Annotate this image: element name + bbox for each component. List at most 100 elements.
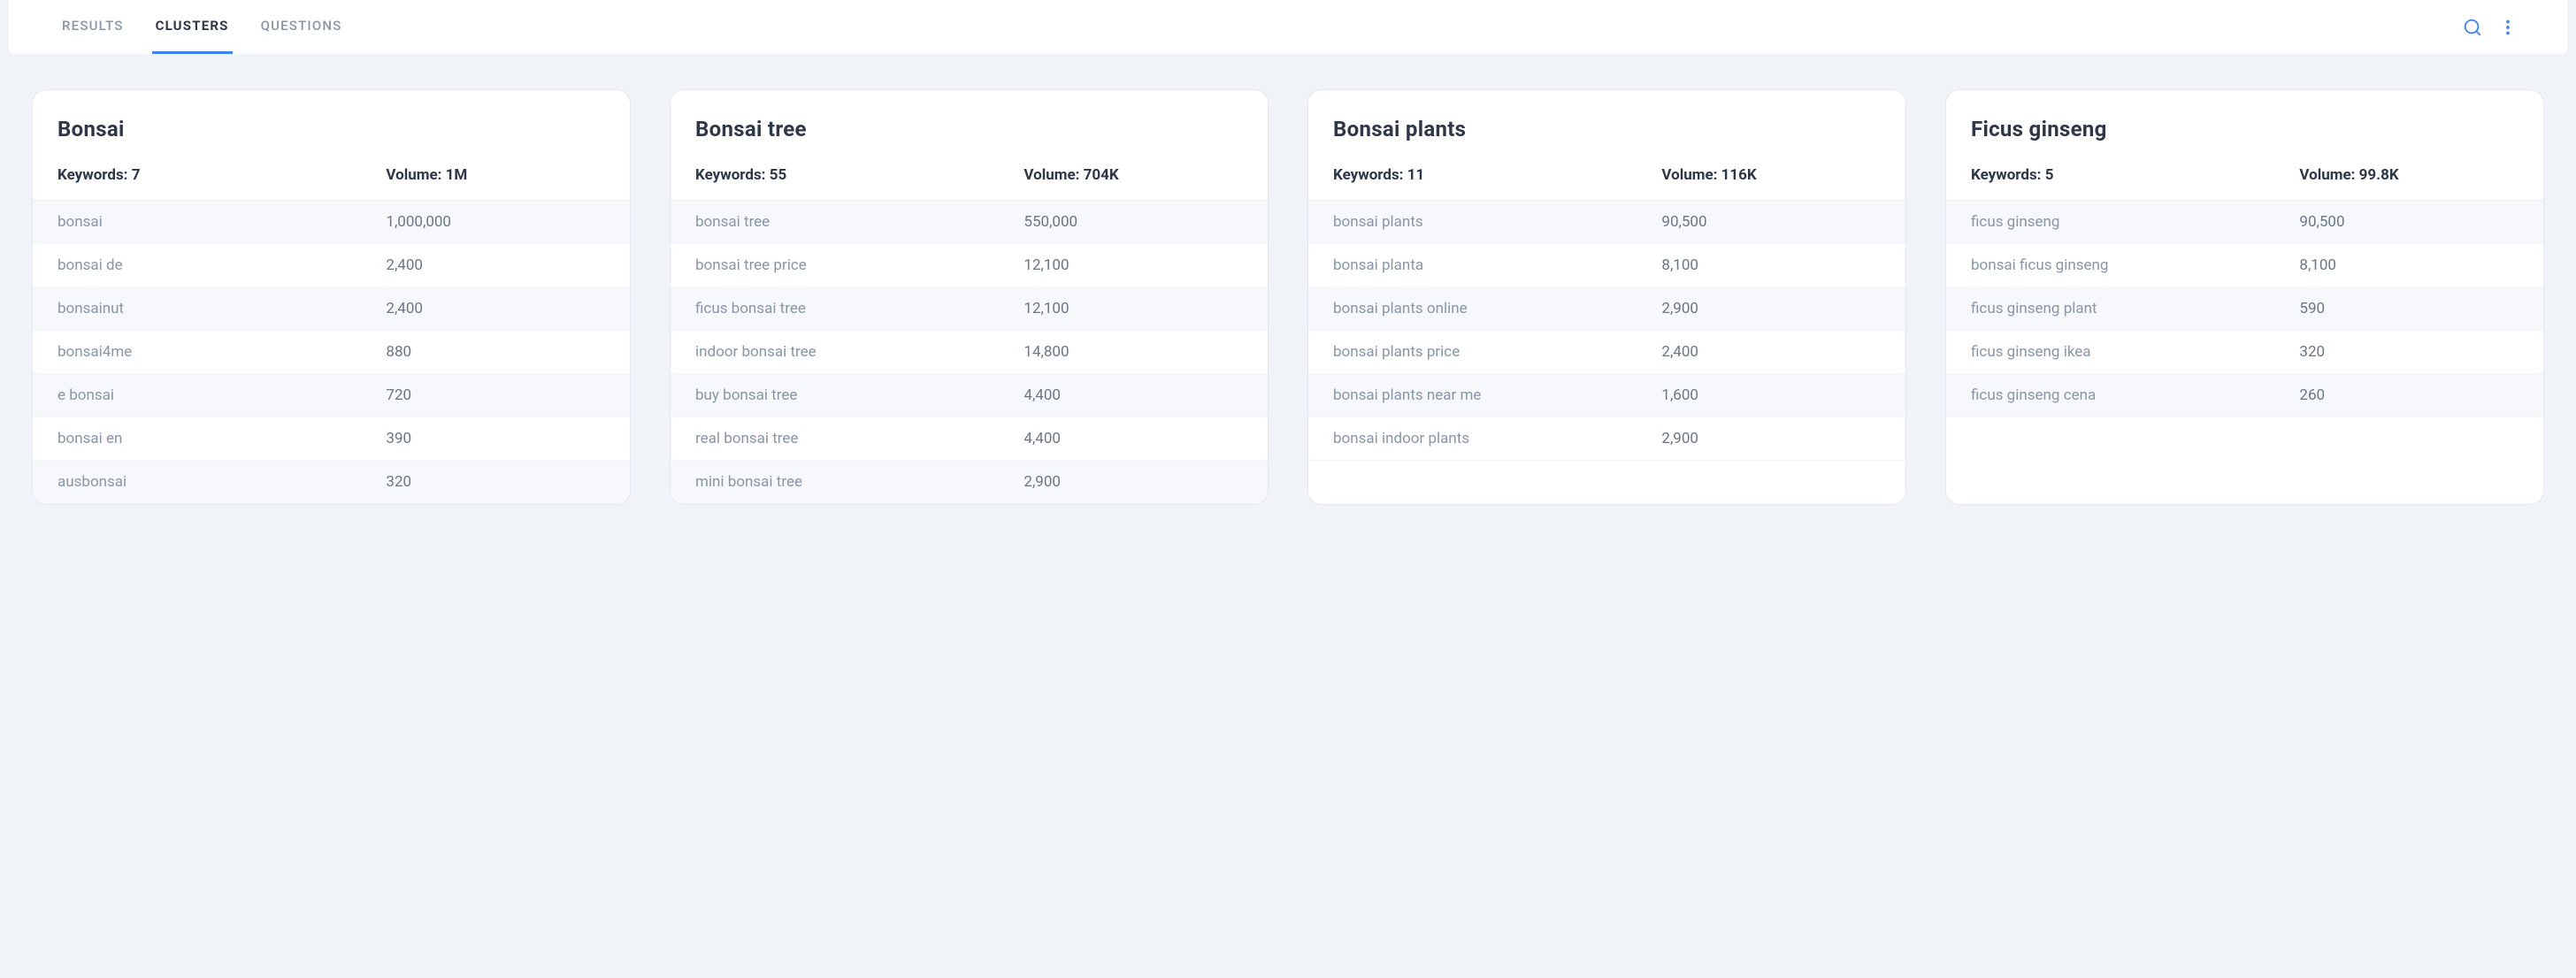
stat-keywords: Keywords: 7 xyxy=(58,166,386,184)
keyword-row[interactable]: bonsai de2,400 xyxy=(33,244,630,287)
cluster-header: Bonsai tree xyxy=(671,90,1268,150)
keyword-name: bonsai plants price xyxy=(1333,343,1661,361)
tabs-nav: RESULTS CLUSTERS QUESTIONS xyxy=(58,0,346,54)
stat-volume: Volume: 1M xyxy=(386,166,605,184)
more-menu-icon[interactable] xyxy=(2498,18,2518,37)
stat-keywords: Keywords: 11 xyxy=(1333,166,1661,184)
header-actions xyxy=(2463,18,2518,37)
cluster-title: Bonsai tree xyxy=(695,117,1243,141)
keyword-row[interactable]: bonsai plants online2,900 xyxy=(1308,287,1905,331)
keyword-row[interactable]: bonsai tree price12,100 xyxy=(671,244,1268,287)
cluster-header: Ficus ginseng xyxy=(1946,90,2543,150)
stat-volume: Volume: 116K xyxy=(1661,166,1881,184)
keyword-row[interactable]: bonsai1,000,000 xyxy=(33,201,630,244)
keyword-row[interactable]: bonsai plants90,500 xyxy=(1308,201,1905,244)
keyword-list: bonsai plants90,500bonsai planta8,100bon… xyxy=(1308,201,1905,461)
keyword-name: mini bonsai tree xyxy=(695,473,1024,491)
keyword-list: ficus ginseng90,500bonsai ficus ginseng8… xyxy=(1946,201,2543,417)
keyword-row[interactable]: bonsai4me880 xyxy=(33,331,630,374)
keyword-name: e bonsai xyxy=(58,386,386,404)
keyword-row[interactable]: bonsai ficus ginseng8,100 xyxy=(1946,244,2543,287)
keyword-row[interactable]: bonsai planta8,100 xyxy=(1308,244,1905,287)
keyword-volume: 720 xyxy=(386,386,605,404)
keyword-volume: 1,600 xyxy=(1661,386,1881,404)
keyword-volume: 260 xyxy=(2299,386,2518,404)
clusters-container: Bonsai Keywords: 7Volume: 1M bonsai1,000,0… xyxy=(0,54,2576,540)
stat-volume: Volume: 704K xyxy=(1024,166,1243,184)
cluster-header: Bonsai xyxy=(33,90,630,150)
cluster-title: Bonsai xyxy=(58,117,605,141)
keyword-name: ficus ginseng plant xyxy=(1971,300,2299,317)
cluster-stats: Keywords: 11Volume: 116K xyxy=(1308,150,1905,201)
keyword-name: bonsai indoor plants xyxy=(1333,430,1661,447)
keyword-name: bonsai planta xyxy=(1333,256,1661,274)
keyword-volume: 2,900 xyxy=(1661,430,1881,447)
keyword-row[interactable]: ausbonsai320 xyxy=(33,461,630,504)
stat-keywords: Keywords: 5 xyxy=(1971,166,2299,184)
keyword-row[interactable]: bonsai indoor plants2,900 xyxy=(1308,417,1905,461)
keyword-row[interactable]: bonsai plants price2,400 xyxy=(1308,331,1905,374)
cluster-scroll[interactable]: Ficus ginsengKeywords: 5Volume: 99.8Kfic… xyxy=(1946,90,2543,417)
keyword-volume: 390 xyxy=(386,430,605,447)
keyword-row[interactable]: e bonsai720 xyxy=(33,374,630,417)
keyword-volume: 320 xyxy=(2299,343,2518,361)
cluster-scroll[interactable]: Bonsai Keywords: 7Volume: 1M bonsai1,000,0… xyxy=(33,90,630,504)
keyword-volume: 8,100 xyxy=(2299,256,2518,274)
keyword-row[interactable]: ficus ginseng90,500 xyxy=(1946,201,2543,244)
keyword-row[interactable]: real bonsai tree4,400 xyxy=(671,417,1268,461)
keyword-volume: 2,900 xyxy=(1024,473,1243,491)
keyword-row[interactable]: ficus ginseng plant590 xyxy=(1946,287,2543,331)
keyword-name: bonsai tree price xyxy=(695,256,1024,274)
keyword-volume: 2,400 xyxy=(1661,343,1881,361)
cluster-stats: Keywords: 5Volume: 99.8K xyxy=(1946,150,2543,201)
keyword-name: ficus bonsai tree xyxy=(695,300,1024,317)
cluster-header: Bonsai plants xyxy=(1308,90,1905,150)
keyword-name: bonsai de xyxy=(58,256,386,274)
keyword-row[interactable]: bonsai plants near me1,600 xyxy=(1308,374,1905,417)
keyword-volume: 12,100 xyxy=(1024,300,1243,317)
cluster-card: Bonsai treeKeywords: 55Volume: 704Kbonsa… xyxy=(670,89,1269,505)
keyword-volume: 2,400 xyxy=(386,256,605,274)
keyword-volume: 320 xyxy=(386,473,605,491)
cluster-card: Bonsai Keywords: 7Volume: 1M bonsai1,000,0… xyxy=(32,89,631,505)
keyword-volume: 90,500 xyxy=(2299,213,2518,231)
keyword-row[interactable]: ficus bonsai tree12,100 xyxy=(671,287,1268,331)
stat-volume: Volume: 99.8K xyxy=(2299,166,2518,184)
cluster-title: Ficus ginseng xyxy=(1971,117,2518,141)
keyword-row[interactable]: ficus ginseng cena260 xyxy=(1946,374,2543,417)
keyword-name: bonsai plants near me xyxy=(1333,386,1661,404)
keyword-volume: 12,100 xyxy=(1024,256,1243,274)
tab-questions[interactable]: QUESTIONS xyxy=(257,0,346,54)
keyword-name: bonsainut xyxy=(58,300,386,317)
header-bar: RESULTS CLUSTERS QUESTIONS xyxy=(9,0,2567,54)
keyword-name: bonsai plants xyxy=(1333,213,1661,231)
keyword-row[interactable]: bonsai en390 xyxy=(33,417,630,461)
keyword-volume: 90,500 xyxy=(1661,213,1881,231)
cluster-stats: Keywords: 55Volume: 704K xyxy=(671,150,1268,201)
keyword-volume: 590 xyxy=(2299,300,2518,317)
keyword-row[interactable]: ficus ginseng ikea320 xyxy=(1946,331,2543,374)
keyword-row[interactable]: mini bonsai tree2,900 xyxy=(671,461,1268,504)
keyword-row[interactable]: buy bonsai tree4,400 xyxy=(671,374,1268,417)
keyword-name: bonsai xyxy=(58,213,386,231)
tab-clusters[interactable]: CLUSTERS xyxy=(152,0,233,54)
keyword-name: ausbonsai xyxy=(58,473,386,491)
keyword-name: real bonsai tree xyxy=(695,430,1024,447)
keyword-name: bonsai tree xyxy=(695,213,1024,231)
keyword-list: bonsai tree550,000bonsai tree price12,10… xyxy=(671,201,1268,504)
cluster-scroll[interactable]: Bonsai treeKeywords: 55Volume: 704Kbonsa… xyxy=(671,90,1268,504)
tab-results[interactable]: RESULTS xyxy=(58,0,127,54)
keyword-name: bonsai plants online xyxy=(1333,300,1661,317)
keyword-volume: 550,000 xyxy=(1024,213,1243,231)
search-icon[interactable] xyxy=(2463,18,2482,37)
keyword-volume: 14,800 xyxy=(1024,343,1243,361)
cluster-card: Bonsai plantsKeywords: 11Volume: 116Kbon… xyxy=(1307,89,1906,505)
keyword-row[interactable]: indoor bonsai tree14,800 xyxy=(671,331,1268,374)
keyword-row[interactable]: bonsai tree550,000 xyxy=(671,201,1268,244)
stat-keywords: Keywords: 55 xyxy=(695,166,1024,184)
keyword-name: ficus ginseng xyxy=(1971,213,2299,231)
cluster-scroll[interactable]: Bonsai plantsKeywords: 11Volume: 116Kbon… xyxy=(1308,90,1905,461)
keyword-row[interactable]: bonsainut2,400 xyxy=(33,287,630,331)
keyword-volume: 1,000,000 xyxy=(386,213,605,231)
keyword-volume: 8,100 xyxy=(1661,256,1881,274)
